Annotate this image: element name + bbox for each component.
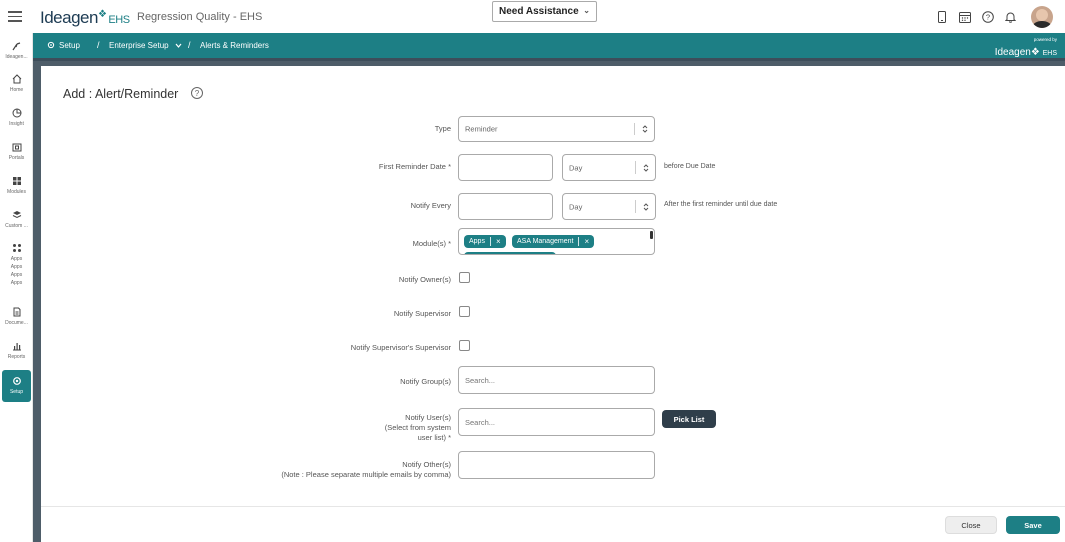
notify-owner-checkbox[interactable]: [459, 272, 470, 283]
breadcrumb-setup[interactable]: Setup: [47, 41, 80, 50]
notify-supervisors-supervisor-label: Notify Supervisor's Supervisor: [350, 343, 451, 352]
chevron-down-icon: [175, 43, 182, 48]
setup-icon: [12, 376, 22, 386]
ideagen-icon: [12, 41, 22, 51]
module-tag-asa-management: ASA Management ×: [512, 235, 595, 248]
notify-others-input[interactable]: [458, 451, 655, 479]
sidebar-item-portals[interactable]: Portals: [0, 142, 33, 162]
notify-supervisor-checkbox[interactable]: [459, 306, 470, 317]
top-bar: Ideagen❖ EHS Regression Quality - EHS Nee…: [0, 0, 1065, 33]
reports-icon: [12, 341, 22, 351]
breadcrumb-alerts-reminders: Alerts & Reminders: [200, 41, 269, 50]
sidebar-item-custom[interactable]: Custom ...: [0, 210, 33, 230]
notify-supervisors-supervisor-checkbox[interactable]: [459, 340, 470, 351]
modules-multiselect[interactable]: Apps × ASA Management ×: [458, 228, 655, 255]
notify-every-hint: After the first reminder until due date: [664, 201, 778, 208]
type-label: Type: [434, 124, 451, 133]
save-button[interactable]: Save: [1006, 516, 1060, 534]
breadcrumb: Setup / Enterprise Setup / Alerts & Remi…: [33, 33, 1065, 61]
close-icon[interactable]: ×: [496, 237, 501, 246]
module-tag-partial: [464, 252, 556, 254]
insight-icon: [12, 108, 22, 118]
sidebar-item-apps[interactable]: Apps Apps Apps Apps: [0, 243, 33, 287]
notify-every-label: Notify Every: [410, 201, 451, 210]
notify-users-search-input[interactable]: [458, 408, 655, 436]
notify-owner-label: Notify Owner(s): [398, 275, 451, 284]
custom-icon: [12, 210, 22, 220]
powered-by-logo: powered by Ideagen❖ EHS: [994, 37, 1057, 58]
modules-label: Module(s) *: [412, 239, 451, 248]
sidebar-item-insight[interactable]: Insight: [0, 108, 33, 128]
chevron-down-icon: ⌄: [583, 6, 590, 15]
help-icon[interactable]: ?: [981, 11, 994, 24]
mobile-icon[interactable]: [935, 11, 948, 24]
sidebar-item-modules[interactable]: Modules: [0, 176, 33, 196]
sidebar-item-home[interactable]: Home: [0, 74, 33, 94]
notify-others-label: Notify Other(s) (Note : Please separate …: [281, 460, 451, 479]
chevron-updown-icon: [642, 125, 648, 133]
first-reminder-unit-select[interactable]: Day: [562, 154, 656, 181]
sidebar-item-setup[interactable]: Setup: [2, 370, 31, 402]
apps-icon: [12, 243, 22, 253]
need-assistance-select[interactable]: Need Assistance ⌄: [492, 1, 597, 22]
sidebar-item-documents[interactable]: Docume...: [0, 307, 33, 327]
sidebar-item-ideagen[interactable]: Ideagen...: [0, 41, 33, 61]
chevron-updown-icon: [643, 202, 649, 211]
portals-icon: [12, 142, 22, 152]
breadcrumb-enterprise-setup[interactable]: Enterprise Setup: [109, 41, 182, 50]
first-reminder-date-input[interactable]: [458, 154, 553, 181]
help-icon[interactable]: ?: [191, 87, 203, 99]
type-select[interactable]: Reminder: [458, 116, 655, 142]
notify-every-input[interactable]: [458, 193, 553, 220]
pick-list-button[interactable]: Pick List: [662, 410, 716, 428]
header-icons: ?: [935, 6, 1053, 28]
first-reminder-date-label: First Reminder Date *: [378, 162, 451, 171]
app-logo[interactable]: Ideagen❖ EHS: [40, 8, 130, 28]
home-icon: [12, 74, 22, 84]
bell-icon[interactable]: [1004, 11, 1017, 24]
form-panel: Add : Alert/Reminder ? Type Reminder Fir…: [41, 66, 1065, 542]
close-button[interactable]: Close: [945, 516, 997, 534]
notify-groups-search-input[interactable]: [458, 366, 655, 394]
page-title: Add : Alert/Reminder: [63, 87, 179, 101]
svg-text:?: ?: [985, 13, 989, 22]
close-icon[interactable]: ×: [584, 237, 589, 246]
app-title: Regression Quality - EHS: [137, 11, 263, 23]
notify-every-unit-select[interactable]: Day: [562, 193, 656, 220]
notify-groups-label: Notify Group(s): [400, 377, 451, 386]
notify-users-label: Notify User(s) (Select from system user …: [384, 413, 451, 442]
gear-icon: [47, 41, 55, 49]
scrollbar[interactable]: [650, 231, 653, 239]
left-nav: Ideagen... Home Insight Portals Modules …: [0, 33, 33, 542]
modules-icon: [12, 176, 22, 186]
menu-icon[interactable]: [8, 11, 22, 22]
chevron-updown-icon: [643, 163, 649, 172]
content-area: Add : Alert/Reminder ? Type Reminder Fir…: [33, 61, 1065, 542]
first-reminder-hint: before Due Date: [664, 163, 716, 170]
document-icon: [12, 307, 22, 317]
sidebar-item-reports[interactable]: Reports: [0, 341, 33, 361]
avatar[interactable]: [1031, 6, 1053, 28]
calendar-icon[interactable]: [958, 11, 971, 24]
footer-divider: [41, 506, 1065, 507]
module-tag-apps: Apps ×: [464, 235, 506, 248]
notify-supervisor-label: Notify Supervisor: [393, 309, 451, 318]
